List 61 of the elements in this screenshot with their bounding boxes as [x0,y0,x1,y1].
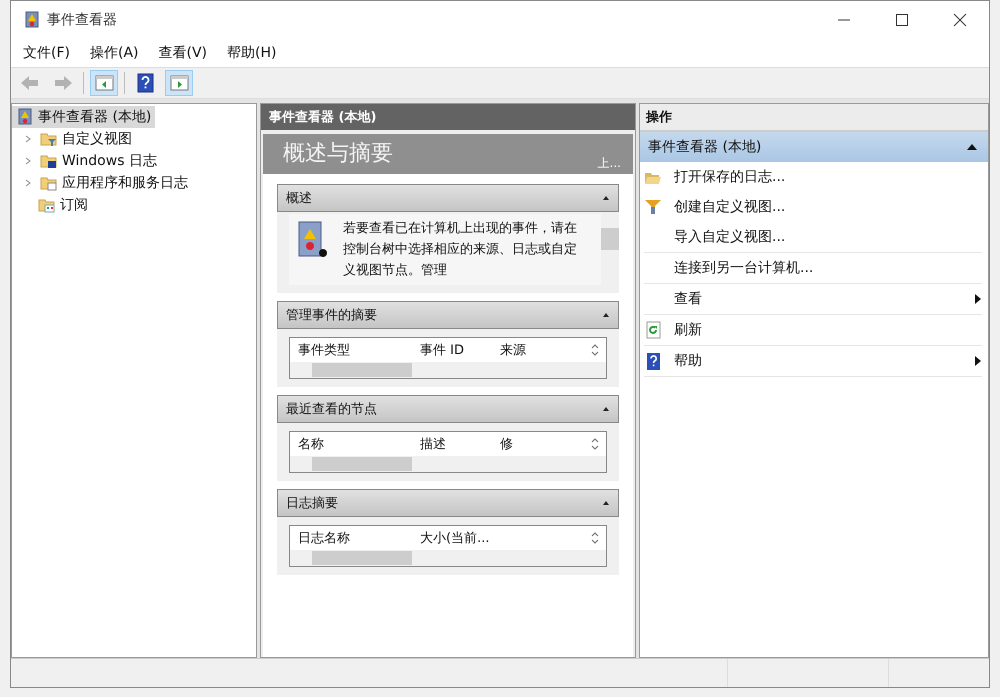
scroll-arrows-icon[interactable] [590,531,600,545]
section-title: 管理事件的摘要 [286,307,377,324]
tree-item[interactable]: 应用程序和服务日志 [12,172,192,194]
scroll-arrows-icon[interactable] [590,343,600,357]
column-header[interactable]: 大小(当前... [420,529,500,547]
collapse-caret-icon[interactable] [966,143,978,151]
section-header[interactable]: 概述 [277,184,619,212]
horizontal-scrollbar[interactable] [290,362,606,378]
tree-item[interactable]: 自定义视图 [12,128,136,150]
column-header[interactable]: 描述 [420,435,500,453]
action-item[interactable]: 查看 [644,284,982,314]
horizontal-scrollbar[interactable] [290,456,606,472]
collapse-caret-icon[interactable] [602,195,610,201]
column-header[interactable]: 修 [500,435,590,453]
collapse-caret-icon[interactable] [602,406,610,412]
section-title: 概述 [286,190,312,207]
section-header[interactable]: 管理事件的摘要 [277,301,619,329]
event-log-book-icon [23,11,41,29]
tree-item[interactable]: Windows 日志 [12,150,161,172]
pane-header: 事件查看器 (本地) [261,104,635,130]
action-item[interactable]: 刷新 [644,315,982,345]
section-title: 日志摘要 [286,495,338,512]
section-title: 最近查看的节点 [286,401,377,418]
funnel-icon [644,198,662,216]
section-header[interactable]: 最近查看的节点 [277,395,619,423]
expand-chevron-icon[interactable] [24,156,32,166]
action-item[interactable]: 连接到另一台计算机... [644,253,982,283]
horizontal-scrollbar[interactable] [290,550,606,566]
tree-item[interactable]: 订阅 [12,194,92,216]
pane-header: 操作 [640,104,988,132]
vertical-scrollbar[interactable] [601,214,619,285]
menu-item[interactable]: 文件(F) [23,44,70,62]
section-title: 概述与摘要 [283,140,393,168]
column-header[interactable]: 来源 [500,341,590,359]
collapse-caret-icon[interactable] [602,500,610,506]
collapse-caret-icon[interactable] [602,312,610,318]
help-icon [644,352,662,370]
expand-chevron-icon[interactable] [24,134,32,144]
action-group-header[interactable]: 事件查看器 (本地) [640,132,988,162]
menu-item[interactable]: 帮助(H) [227,44,276,62]
column-header[interactable]: 日志名称 [298,529,420,547]
menu-item[interactable]: 操作(A) [90,44,138,62]
column-header[interactable]: 事件类型 [298,341,420,359]
group-title: 事件查看器 (本地) [648,138,762,156]
column-header[interactable]: 名称 [298,435,420,453]
column-header[interactable]: 事件 ID [420,341,500,359]
action-item[interactable]: 打开保存的日志... [644,162,982,192]
tree-item[interactable]: 事件查看器 (本地) [12,106,156,128]
refresh-icon [644,321,662,339]
scroll-arrows-icon[interactable] [590,437,600,451]
section-header[interactable]: 日志摘要 [277,489,619,517]
close-icon[interactable] [953,13,967,27]
action-item[interactable]: 帮助 [644,346,982,376]
window-title: 事件查看器 [47,11,117,29]
action-item[interactable]: 创建自定义视图... [644,192,982,222]
expand-chevron-icon[interactable] [24,178,32,188]
menu-item[interactable]: 查看(V) [158,44,208,62]
event-log-book-icon [16,108,34,126]
maximize-icon[interactable] [895,13,909,27]
action-item[interactable]: 导入自定义视图... [644,222,982,252]
overview-text: 若要查看已在计算机上出现的事件，请在控制台树中选择相应的来源、日志或自定义视图节点。管理 [343,220,578,280]
